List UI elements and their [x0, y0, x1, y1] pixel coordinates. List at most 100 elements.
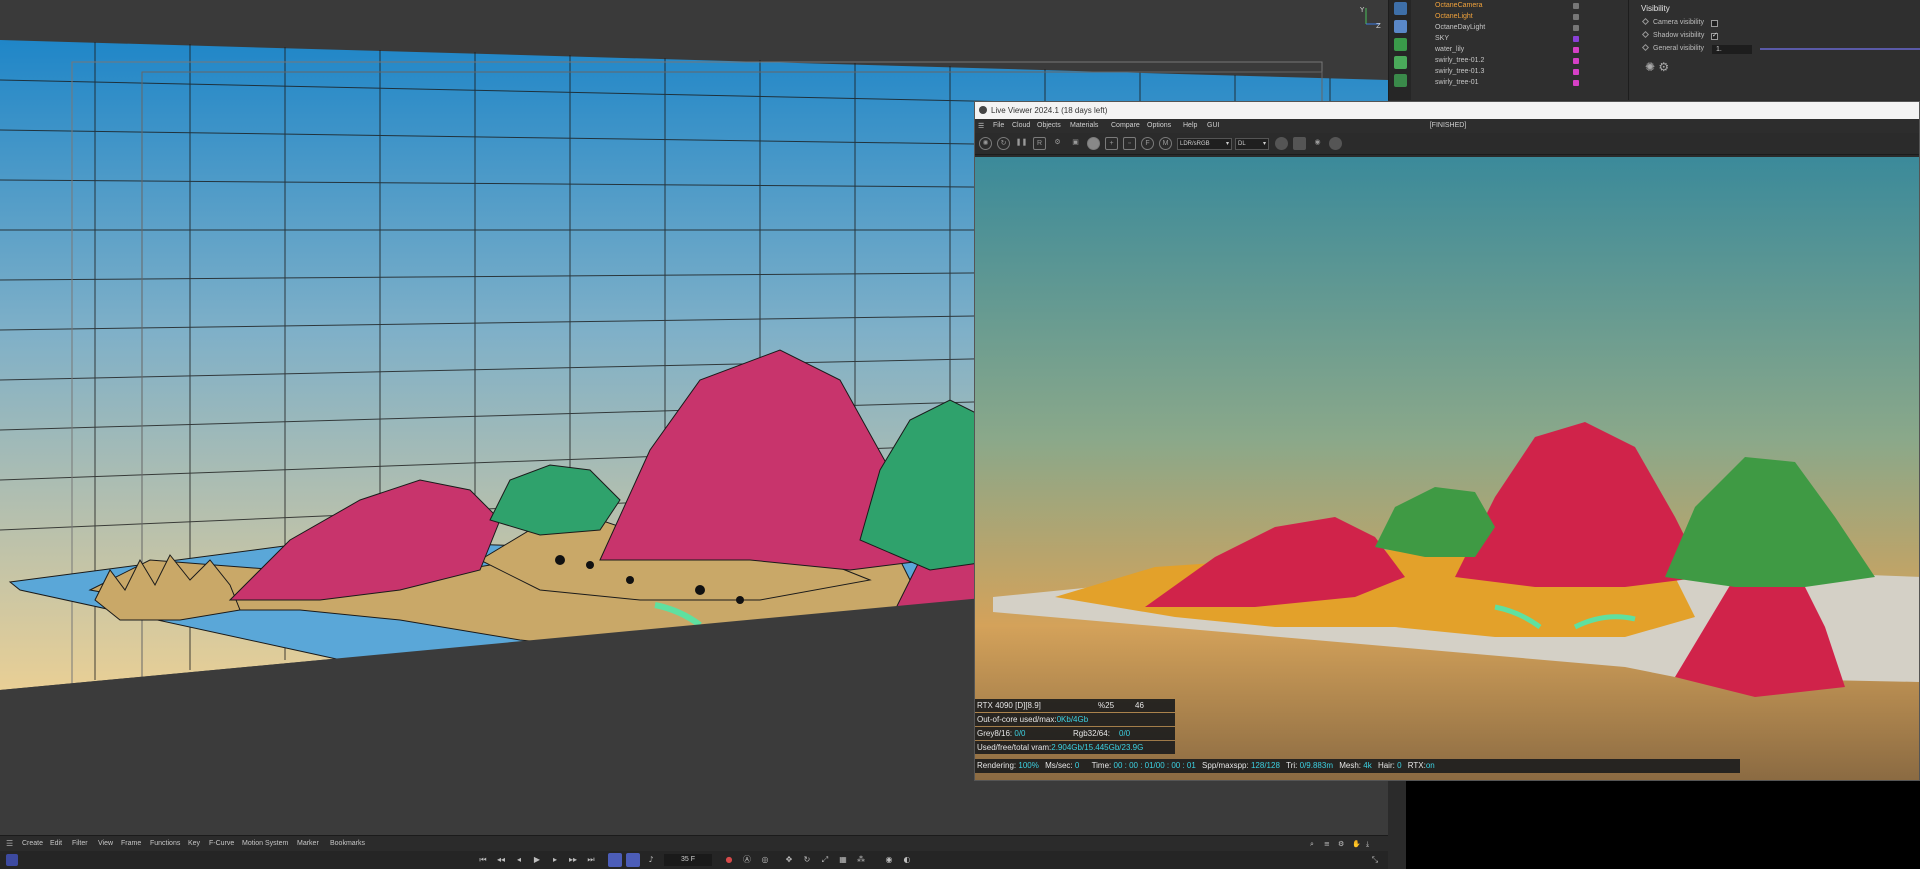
settings-icon[interactable]: ⚙	[1338, 836, 1344, 852]
rtx-label: RTX:	[1407, 761, 1426, 770]
general-visibility-slider[interactable]	[1760, 48, 1920, 50]
menu-compare[interactable]: Compare	[1111, 119, 1140, 133]
scale-key-icon[interactable]: ⤢	[820, 855, 830, 865]
focus-picker-button[interactable]: F	[1141, 137, 1154, 150]
filter-icon[interactable]: ≡	[1324, 836, 1330, 852]
layer-dot	[1573, 14, 1579, 20]
live-viewer-titlebar[interactable]: Live Viewer 2024.1 (18 days left)	[975, 102, 1919, 119]
primitive-icon[interactable]	[1394, 20, 1407, 33]
generator-icon[interactable]	[1394, 38, 1407, 51]
menu-frame[interactable]: Frame	[121, 836, 141, 852]
restart-render-icon[interactable]: ↻	[997, 137, 1010, 150]
pause-icon[interactable]: ❚❚	[1015, 137, 1028, 150]
menu-create[interactable]: Create	[22, 836, 43, 852]
camera-icon[interactable]: ◉	[1311, 137, 1324, 150]
empty-panel-area	[1406, 781, 1920, 869]
move-key-icon[interactable]: ✥	[784, 855, 794, 865]
axis-gizmo: Z Y	[1358, 4, 1384, 30]
keyframe-diamond-icon[interactable]	[1641, 17, 1650, 26]
render-output[interactable]	[975, 157, 1920, 781]
attribute-manager[interactable]: Visibility Camera visibility Shadow visi…	[1628, 0, 1920, 100]
settings-icon[interactable]: ⚙	[1051, 137, 1064, 150]
live-viewer-toolbar: ✺ ↻ ❚❚ R ⚙ ▣ + ▫ F M LDR/sRGB DL ◉	[975, 133, 1919, 155]
object-row-swirly-tree-01[interactable]: swirly_tree-01	[1411, 77, 1629, 89]
keyframe-diamond-icon[interactable]	[1641, 43, 1650, 52]
menu-marker[interactable]: Marker	[297, 836, 319, 852]
current-frame-field[interactable]: 35 F	[664, 854, 712, 866]
rotate-key-icon[interactable]: ↻	[802, 855, 812, 865]
application-window: Z Y OctaneCamera OctaneLight OctaneDayLi…	[0, 0, 1920, 869]
render-passes-icon[interactable]	[1275, 137, 1288, 150]
autokey-icon[interactable]: Ⓐ	[742, 855, 752, 865]
general-visibility-input[interactable]: 1.	[1712, 45, 1752, 54]
menu-filter[interactable]: Filter	[72, 836, 88, 852]
gpu-name: RTX 4090 [D][8.9]	[977, 701, 1041, 710]
lock-icon[interactable]: ▣	[1069, 137, 1082, 150]
add-region-icon[interactable]: +	[1105, 137, 1118, 150]
clay-mode-icon[interactable]: ▫	[1123, 137, 1136, 150]
octane-settings-icon[interactable]: ✺ ⚙	[1645, 60, 1669, 74]
live-viewer-window[interactable]: Live Viewer 2024.1 (18 days left) ☰ [FIN…	[974, 101, 1920, 781]
go-to-start-icon[interactable]: ⏮	[478, 855, 488, 865]
previous-frame-icon[interactable]: ◂	[514, 855, 524, 865]
colorspace-select[interactable]: LDR/sRGB	[1177, 138, 1232, 150]
rtx-value: on	[1425, 761, 1435, 770]
pla-key-icon[interactable]: ⁂	[856, 855, 866, 865]
menu-edit[interactable]: Edit	[50, 836, 62, 852]
menu-materials[interactable]: Materials	[1070, 119, 1098, 133]
menu-motion-system[interactable]: Motion System	[242, 836, 288, 852]
layer-dot	[1573, 69, 1579, 75]
timeline-menubar: ☰ Create Edit Filter View Frame Function…	[0, 835, 1388, 851]
spp-value: 128/128	[1250, 761, 1280, 770]
next-key-icon[interactable]: ▸▸	[568, 855, 578, 865]
search-icon[interactable]: ⌕	[1310, 836, 1314, 852]
vram-row: Used/free/total vram:2.904Gb/15.445Gb/23…	[975, 741, 1175, 754]
cube-icon[interactable]	[1394, 2, 1407, 15]
menu-file[interactable]: File	[993, 119, 1004, 133]
kernel-select[interactable]: DL	[1235, 138, 1269, 150]
material-picker-button[interactable]: M	[1159, 137, 1172, 150]
layout-switch-icon[interactable]	[6, 854, 18, 866]
camera-visibility-checkbox[interactable]	[1711, 20, 1718, 27]
menu-help[interactable]: Help	[1183, 119, 1197, 133]
expand-icon[interactable]: ⤓	[1366, 836, 1369, 852]
snapshot-icon[interactable]	[1293, 137, 1306, 150]
motion-mode-icon[interactable]: ◐	[902, 855, 912, 865]
keyframe-selection-icon[interactable]: ◎	[760, 855, 770, 865]
shadow-visibility-checkbox[interactable]	[1711, 31, 1718, 40]
next-frame-icon[interactable]: ▸	[550, 855, 560, 865]
menu-bookmarks[interactable]: Bookmarks	[330, 836, 365, 852]
menu-f-curve[interactable]: F-Curve	[209, 836, 234, 852]
keyframe-diamond-icon[interactable]	[1641, 30, 1650, 39]
loop-mode-icon[interactable]	[608, 853, 622, 867]
play-icon[interactable]: ▶	[532, 855, 542, 865]
hand-icon[interactable]: ✋	[1352, 836, 1361, 852]
previous-key-icon[interactable]: ◂◂	[496, 855, 506, 865]
gpu-info-row: RTX 4090 [D][8.9] %25 46	[975, 699, 1175, 712]
menu-cloud[interactable]: Cloud	[1012, 119, 1030, 133]
menu-functions[interactable]: Functions	[150, 836, 180, 852]
record-icon[interactable]: ●	[724, 855, 734, 865]
motion-record-icon[interactable]: ◉	[884, 855, 894, 865]
preview-range-icon[interactable]	[626, 853, 640, 867]
texture-memory-row: Grey8/16: 0/0 Rgb32/64: 0/0	[975, 727, 1175, 740]
deformer-icon[interactable]	[1394, 56, 1407, 69]
menu-gui[interactable]: GUI	[1207, 119, 1219, 133]
region-render-button[interactable]: R	[1033, 137, 1046, 150]
object-manager[interactable]: OctaneCamera OctaneLight OctaneDayLight …	[1388, 0, 1628, 100]
sphere-preview-icon[interactable]	[1087, 137, 1100, 150]
resize-corner-icon[interactable]: ⤡	[1370, 855, 1380, 865]
menu-key[interactable]: Key	[188, 836, 200, 852]
sound-icon[interactable]: ♪	[646, 855, 656, 865]
menu-objects[interactable]: Objects	[1037, 119, 1061, 133]
menu-options[interactable]: Options	[1147, 119, 1171, 133]
info-icon[interactable]	[1329, 137, 1342, 150]
octane-logo-icon[interactable]: ✺	[979, 137, 992, 150]
param-key-icon[interactable]: ▦	[838, 855, 848, 865]
gpu-percent: %25	[1098, 701, 1115, 710]
menu-view[interactable]: View	[98, 836, 113, 852]
cloner-icon[interactable]	[1394, 74, 1407, 87]
go-to-end-icon[interactable]: ⏭	[586, 855, 596, 865]
vram-label: Used/free/total vram:	[977, 743, 1052, 752]
hamburger-menu-icon[interactable]: ☰	[6, 836, 13, 852]
